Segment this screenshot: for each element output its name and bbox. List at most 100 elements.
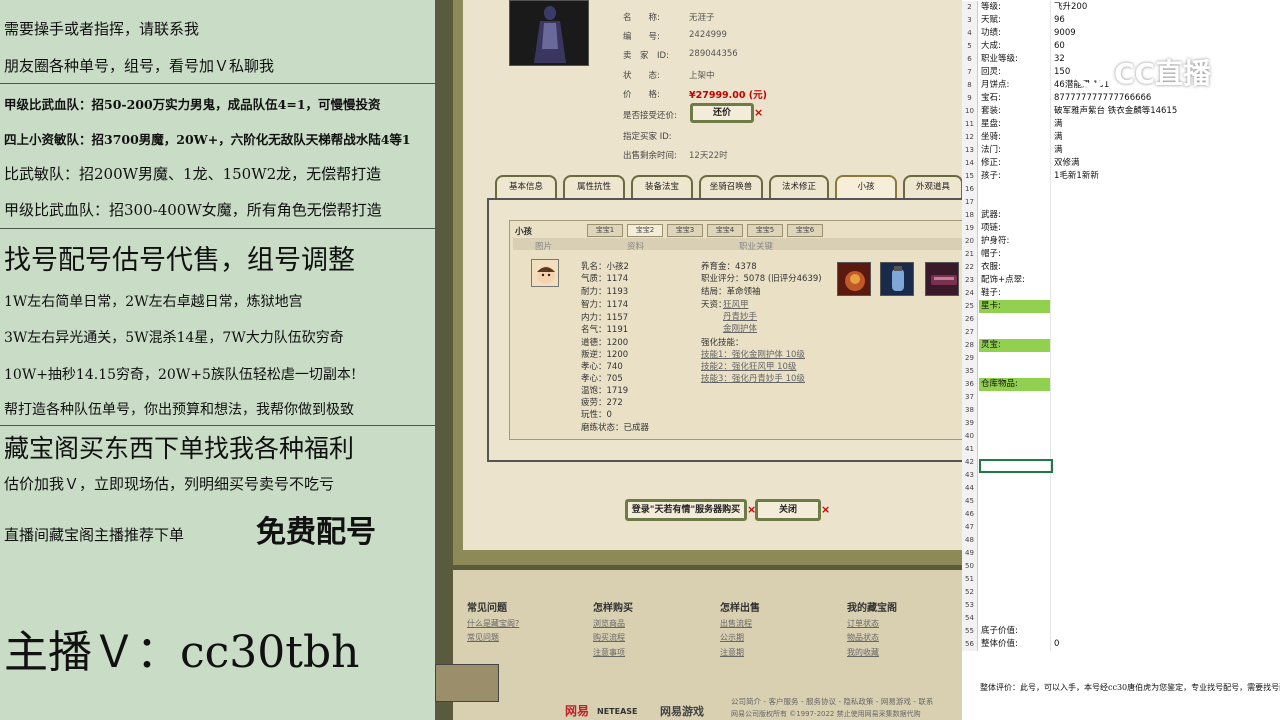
footer-link[interactable]: 公示期 (720, 632, 744, 643)
cell-value[interactable] (1052, 183, 1280, 196)
login-server-buy-button[interactable]: 登录"天若有情"服务器购买 (625, 499, 747, 521)
cell-label[interactable]: 孩子: (979, 170, 1051, 183)
cell-value[interactable] (1052, 300, 1280, 313)
footer-link[interactable]: 购买流程 (593, 632, 625, 643)
cell-value[interactable] (1052, 391, 1280, 404)
subtab-baby4[interactable]: 宝宝4 (707, 224, 743, 237)
cell-label[interactable]: 星盘: (979, 118, 1051, 131)
selected-cell[interactable] (979, 459, 1053, 473)
cell-label[interactable] (979, 612, 1051, 625)
cell-label[interactable]: 项链: (979, 222, 1051, 235)
cell-value[interactable] (1052, 443, 1280, 456)
cell-value[interactable]: 满 (1052, 131, 1280, 144)
footer-link[interactable]: 订单状态 (847, 618, 879, 629)
cell-label[interactable] (979, 521, 1051, 534)
cell-value[interactable] (1052, 573, 1280, 586)
cell-value[interactable] (1052, 404, 1280, 417)
tab-attributes[interactable]: 属性抗性 (563, 175, 625, 199)
tab-basic-info[interactable]: 基本信息 (495, 175, 557, 199)
cell-label[interactable] (979, 196, 1051, 209)
cell-value[interactable] (1052, 469, 1280, 482)
enhance-skill-link[interactable]: 技能3：强化丹青妙手 10级 (701, 372, 805, 384)
cell-value[interactable] (1052, 508, 1280, 521)
cell-label[interactable]: 套装: (979, 105, 1051, 118)
cell-label[interactable] (979, 404, 1051, 417)
cell-value[interactable]: 满 (1052, 144, 1280, 157)
cell-label[interactable]: 护身符: (979, 235, 1051, 248)
footer-link[interactable]: 常见问题 (467, 632, 499, 643)
cell-value[interactable] (1052, 625, 1280, 638)
cell-value[interactable] (1052, 482, 1280, 495)
bargain-button[interactable]: 还价 (690, 103, 754, 123)
talent-link[interactable]: 金刚护体 (723, 322, 757, 334)
cell-value[interactable] (1052, 599, 1280, 612)
cell-label[interactable]: 等级: (979, 1, 1051, 14)
cell-label[interactable] (979, 443, 1051, 456)
cell-label[interactable] (979, 365, 1051, 378)
cell-value[interactable] (1052, 521, 1280, 534)
cell-value[interactable] (1052, 196, 1280, 209)
cell-label[interactable]: 回灵: (979, 66, 1051, 79)
talent-link[interactable]: 狂风甲 (723, 298, 749, 310)
cell-label[interactable]: 法门: (979, 144, 1051, 157)
footer-link[interactable]: 注意期 (720, 647, 744, 658)
cell-value[interactable] (1052, 586, 1280, 599)
cell-label[interactable]: 帽子: (979, 248, 1051, 261)
cell-label[interactable]: 星卡: (979, 300, 1051, 313)
cell-value[interactable] (1052, 365, 1280, 378)
subtab-baby3[interactable]: 宝宝3 (667, 224, 703, 237)
cell-value[interactable] (1052, 287, 1280, 300)
cell-label[interactable] (979, 313, 1051, 326)
cell-value[interactable] (1052, 261, 1280, 274)
cell-value[interactable] (1052, 495, 1280, 508)
cell-label[interactable]: 修正: (979, 157, 1051, 170)
cell-value[interactable] (1052, 352, 1280, 365)
subtab-baby2[interactable]: 宝宝2 (627, 224, 663, 237)
cell-value[interactable] (1052, 430, 1280, 443)
cell-value[interactable]: 飞升200 (1052, 1, 1280, 14)
cell-label[interactable] (979, 586, 1051, 599)
cell-label[interactable]: 职业等级: (979, 53, 1051, 66)
cell-label[interactable] (979, 352, 1051, 365)
subtab-baby5[interactable]: 宝宝5 (747, 224, 783, 237)
cell-value[interactable] (1052, 274, 1280, 287)
cell-label[interactable] (979, 534, 1051, 547)
cell-label[interactable] (979, 183, 1051, 196)
cell-label[interactable]: 底子价值: (979, 625, 1051, 638)
cell-value[interactable]: 96 (1052, 14, 1280, 27)
cell-value[interactable] (1052, 313, 1280, 326)
cell-value[interactable] (1052, 378, 1280, 391)
tab-child[interactable]: 小孩 (835, 175, 897, 199)
cell-value[interactable] (1052, 235, 1280, 248)
subtab-baby1[interactable]: 宝宝1 (587, 224, 623, 237)
tab-mounts[interactable]: 坐骑召唤兽 (699, 175, 763, 199)
cell-value[interactable]: 破军雅声紫台 铁衣金麟等14615 (1052, 105, 1280, 118)
cell-label[interactable] (979, 391, 1051, 404)
talent-link[interactable]: 丹青妙手 (723, 310, 757, 322)
tab-equipment[interactable]: 装备法宝 (631, 175, 693, 199)
item-icon-1[interactable] (837, 262, 871, 296)
enhance-skill-link[interactable]: 技能2：强化狂风甲 10级 (701, 360, 796, 372)
tab-appearance[interactable]: 外观道具 (903, 175, 962, 199)
cell-label[interactable]: 配饰+点翠: (979, 274, 1051, 287)
cell-label[interactable]: 功绩: (979, 27, 1051, 40)
footer-link[interactable]: 我的收藏 (847, 647, 879, 658)
cell-value[interactable] (1052, 222, 1280, 235)
cell-label[interactable]: 仓库物品: (979, 378, 1051, 391)
cell-value[interactable] (1052, 612, 1280, 625)
cell-label[interactable] (979, 508, 1051, 521)
cell-value[interactable] (1052, 534, 1280, 547)
cell-value[interactable] (1052, 547, 1280, 560)
cell-value[interactable]: 双修满 (1052, 157, 1280, 170)
cell-label[interactable] (979, 573, 1051, 586)
footer-link[interactable]: 浏览商品 (593, 618, 625, 629)
cell-label[interactable] (979, 417, 1051, 430)
cell-label[interactable]: 大成: (979, 40, 1051, 53)
item-icon-3[interactable] (925, 262, 959, 296)
cell-value[interactable] (1052, 339, 1280, 352)
cell-label[interactable]: 天赋: (979, 14, 1051, 27)
cell-label[interactable] (979, 495, 1051, 508)
footer-link[interactable]: 物品状态 (847, 632, 879, 643)
cell-label[interactable]: 鞋子: (979, 287, 1051, 300)
cell-value[interactable] (1052, 248, 1280, 261)
